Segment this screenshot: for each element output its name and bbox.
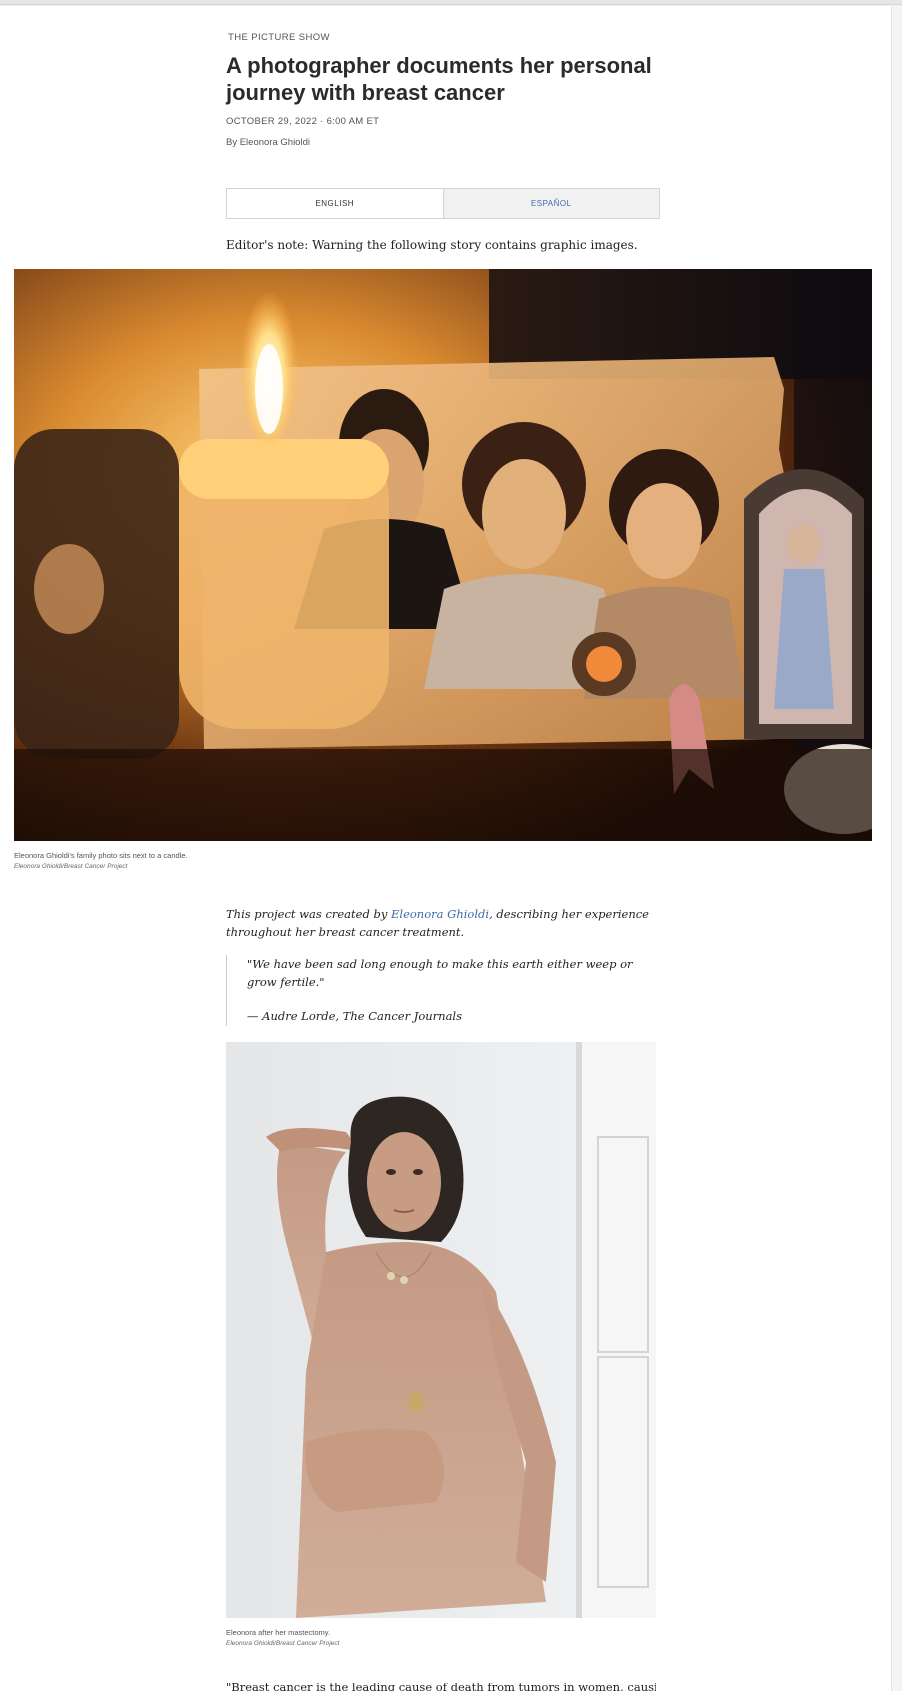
hero-photo-candle-family bbox=[14, 269, 872, 841]
editor-note: Editor's note: Warning the following sto… bbox=[226, 238, 638, 252]
portrait-caption: Eleonora after her mastectomy. bbox=[226, 1628, 331, 1637]
browser-top-edge bbox=[0, 0, 902, 5]
article-headline: A photographer documents her personal jo… bbox=[226, 53, 652, 105]
author-link[interactable]: Eleonora Ghioldi bbox=[391, 907, 489, 921]
hero-caption: Eleonora Ghioldi's family photo sits nex… bbox=[14, 851, 188, 860]
page-gutter bbox=[892, 6, 902, 1691]
portrait-credit: Eleonora Ghioldi/Breast Cancer Project bbox=[226, 1640, 340, 1647]
intro-paragraph: This project was created by Eleonora Ghi… bbox=[226, 905, 656, 941]
language-tabs: ENGLISH ESPAÑOL bbox=[226, 188, 660, 219]
portrait-photo-illustration bbox=[226, 1042, 656, 1618]
section-kicker-link[interactable]: THE PICTURE SHOW bbox=[228, 32, 330, 43]
hero-photo-illustration bbox=[14, 269, 872, 841]
tab-english[interactable]: ENGLISH bbox=[227, 189, 444, 218]
intro-text-before: This project was created by bbox=[226, 907, 391, 921]
hero-credit: Eleonora Ghioldi/Breast Cancer Project bbox=[14, 863, 128, 870]
next-paragraph-text: "Breast cancer is the leading cause of d… bbox=[226, 1683, 656, 1691]
body-paragraph-cutoff: "Breast cancer is the leading cause of d… bbox=[226, 1683, 656, 1691]
article-date: OCTOBER 29, 2022 · 6:00 AM ET bbox=[226, 116, 380, 127]
quote-text: "We have been sad long enough to make th… bbox=[247, 957, 633, 989]
tab-espanol[interactable]: ESPAÑOL bbox=[443, 189, 659, 218]
pull-quote: "We have been sad long enough to make th… bbox=[226, 955, 656, 1026]
portrait-photo bbox=[226, 1042, 656, 1618]
article-byline: By Eleonora Ghioldi bbox=[226, 137, 310, 148]
quote-attribution: — Audre Lorde, The Cancer Journals bbox=[247, 1009, 463, 1023]
